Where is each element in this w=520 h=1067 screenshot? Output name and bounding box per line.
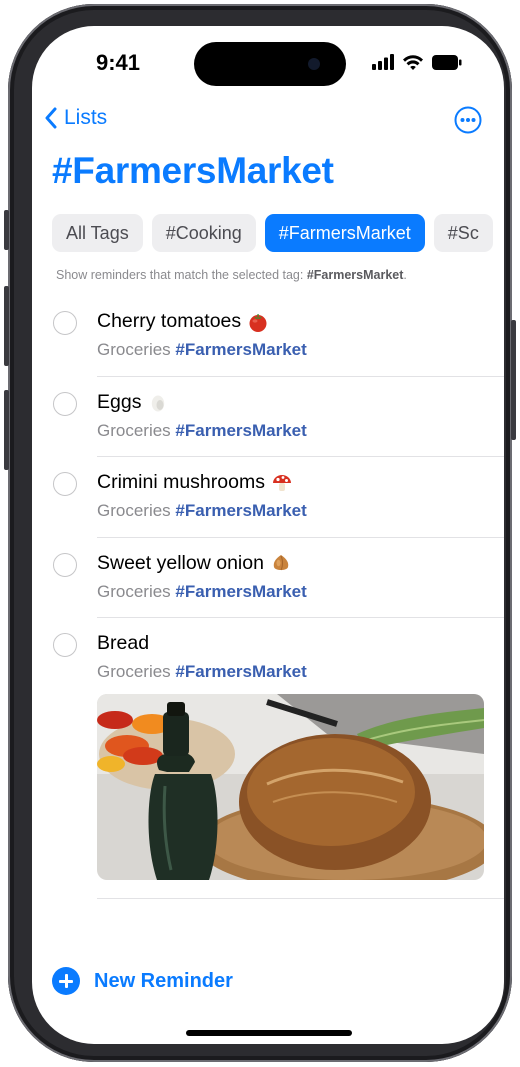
reminder-checkbox[interactable] [53, 391, 77, 416]
egg-icon [152, 395, 165, 412]
reminder-item[interactable]: Bread Groceries #FarmersMarket [32, 618, 504, 699]
volume-up-button [4, 286, 9, 366]
reminder-checkbox[interactable] [53, 552, 77, 577]
reminder-tag[interactable]: #FarmersMarket [175, 582, 306, 601]
reminder-tag[interactable]: #FarmersMarket [175, 421, 306, 440]
reminder-item[interactable]: Sweet yellow onion Groceries #FarmersMar… [32, 538, 504, 618]
wifi-icon [403, 55, 423, 70]
reminder-title-row: Crimini mushrooms [97, 471, 293, 494]
reminder-title: Cherry tomatoes [97, 310, 242, 332]
reminder-checkbox[interactable] [53, 311, 77, 335]
front-camera-icon [308, 58, 320, 70]
reminder-title: Crimini mushrooms [97, 471, 265, 493]
reminder-subtitle: Groceries #FarmersMarket [97, 582, 307, 602]
reminder-list-name: Groceries [97, 420, 171, 440]
reminder-tag[interactable]: #FarmersMarket [175, 340, 306, 359]
reminder-subtitle: Groceries #FarmersMarket [97, 421, 307, 441]
new-reminder-label: New Reminder [94, 969, 233, 992]
new-reminder-button[interactable]: New Reminder [52, 967, 233, 995]
navigation-bar: Lists [32, 106, 504, 138]
reminder-list: Cherry tomatoes Groceries #FarmersMarket… [32, 296, 504, 699]
filter-hint-prefix: Show reminders that match the selected t… [56, 268, 307, 282]
tag-farmers-market[interactable]: #FarmersMarket [264, 214, 425, 252]
dynamic-island [194, 42, 346, 86]
status-bar: 9:41 [32, 26, 504, 96]
tomato-icon [249, 313, 267, 332]
reminder-subtitle: Groceries #FarmersMarket [97, 501, 307, 521]
reminder-title: Sweet yellow onion [97, 551, 264, 574]
power-button [511, 320, 516, 440]
reminder-title-row: Bread [97, 632, 149, 655]
reminder-tag[interactable]: #FarmersMarket [175, 501, 306, 520]
reminder-list-name: Groceries [97, 501, 171, 520]
reminder-title-row: Sweet yellow onion [97, 552, 292, 575]
back-button-label: Lists [64, 106, 108, 129]
action-button [4, 210, 9, 250]
volume-down-button [4, 390, 9, 470]
screen: 9:41 Lists #FarmersMarket All Tags #Cook… [32, 26, 504, 1044]
tag-filter-bar: All Tags #Cooking #FarmersMarket #Sc [52, 214, 504, 254]
reminder-list-name: Groceries [97, 340, 171, 359]
onion-icon [273, 555, 289, 571]
battery-icon [432, 54, 462, 70]
home-indicator[interactable] [186, 1030, 352, 1036]
reminder-tag[interactable]: #FarmersMarket [175, 662, 306, 681]
tag-sc-partial[interactable]: #Sc [433, 214, 493, 252]
filter-hint: Show reminders that match the selected t… [56, 268, 407, 282]
tag-cooking[interactable]: #Cooking [151, 214, 256, 252]
more-options-icon[interactable] [454, 106, 482, 134]
reminder-subtitle: Groceries #FarmersMarket [97, 662, 307, 682]
reminder-title: Eggs [97, 390, 142, 413]
reminder-item[interactable]: Cherry tomatoes Groceries #FarmersMarket [32, 296, 504, 377]
filter-hint-suffix: . [403, 268, 407, 282]
reminder-title-row: Eggs [97, 391, 169, 414]
chevron-left-icon [45, 107, 57, 129]
reminder-item[interactable]: Crimini mushrooms Groceries #FarmersMark… [32, 457, 504, 538]
reminder-title: Bread [97, 632, 150, 654]
filter-hint-tag: #FarmersMarket [306, 268, 404, 282]
status-time: 9:41 [96, 50, 141, 75]
status-icons [372, 54, 462, 70]
reminder-checkbox[interactable] [53, 633, 77, 657]
back-button[interactable]: Lists [44, 106, 107, 130]
row-separator [97, 898, 504, 899]
cellular-signal-icon [372, 54, 394, 70]
reminder-list-name: Groceries [97, 581, 171, 601]
reminder-list-name: Groceries [97, 662, 171, 681]
reminder-item[interactable]: Eggs Groceries #FarmersMarket [32, 377, 504, 457]
tag-all-tags[interactable]: All Tags [52, 214, 143, 252]
plus-circle-icon [52, 967, 80, 995]
reminder-checkbox[interactable] [53, 472, 77, 496]
reminder-title-row: Cherry tomatoes [97, 310, 269, 333]
mushroom-icon [272, 474, 291, 491]
page-title: #FarmersMarket [52, 150, 334, 191]
bread-photo[interactable] [97, 694, 484, 880]
reminder-subtitle: Groceries #FarmersMarket [97, 340, 307, 360]
